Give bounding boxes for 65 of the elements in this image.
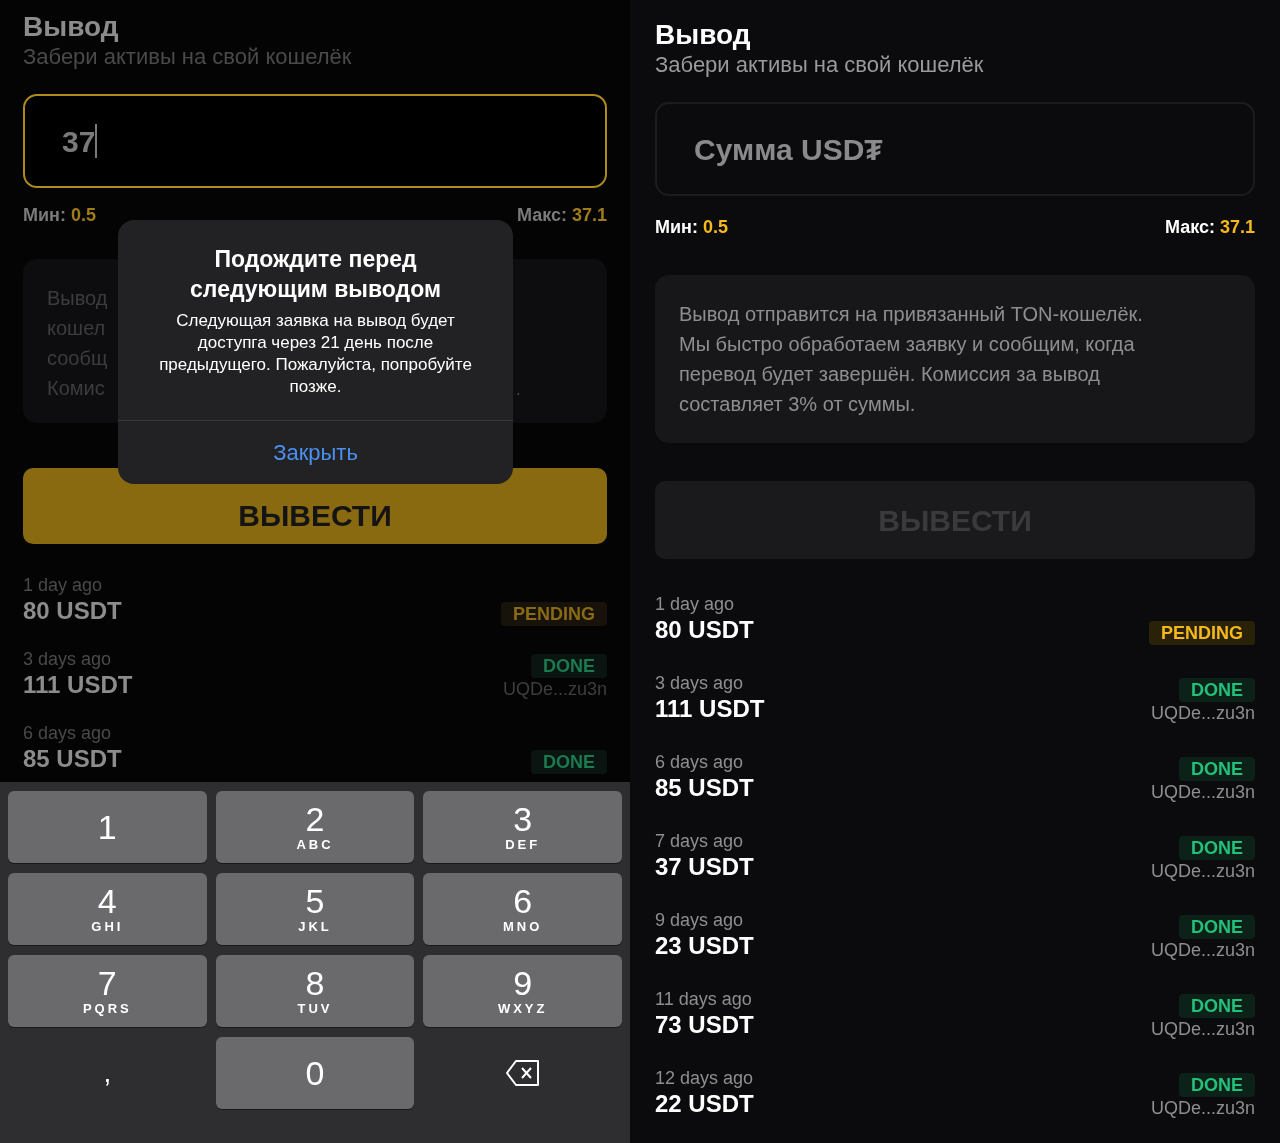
page-title: Вывод	[655, 18, 752, 52]
history-date: 11 days ago	[655, 988, 753, 1010]
status-badge: DONE	[531, 654, 607, 678]
history-amount: 22 USDT	[655, 1089, 754, 1119]
history-amount: 111 USDT	[23, 670, 133, 700]
status-badge: PENDING	[1149, 621, 1255, 645]
amount-field[interactable]: 37	[23, 94, 607, 188]
history-amount: 80 USDT	[655, 615, 754, 645]
keypad-key[interactable]: 4 GHI	[8, 873, 207, 945]
history-amount: 85 USDT	[655, 773, 754, 803]
keypad-key[interactable]: 3 DEF	[423, 791, 622, 863]
wallet-address: UQDe...zu3n	[1150, 702, 1255, 724]
history-amount: 73 USDT	[655, 1010, 754, 1040]
wallet-address: UQDe...zu3n	[502, 678, 607, 700]
status-badge: DONE	[1179, 678, 1255, 702]
status-badge: DONE	[1179, 836, 1255, 860]
status-badge: DONE	[1179, 994, 1255, 1018]
min-amount: Мин: 0.5	[655, 216, 728, 239]
history-date: 3 days ago	[655, 672, 745, 694]
keypad-key[interactable]: 7 PQRS	[8, 955, 207, 1027]
backspace-icon[interactable]	[504, 1059, 541, 1087]
keypad-key[interactable]: 6 MNO	[423, 873, 622, 945]
history-date: 7 days ago	[655, 830, 745, 852]
history-amount: 85 USDT	[23, 744, 122, 774]
close-button[interactable]: Закрыть	[273, 436, 358, 469]
history-amount: 37 USDT	[655, 852, 754, 882]
keypad-key[interactable]: 2 ABC	[215, 791, 415, 863]
history-date: 1 day ago	[23, 574, 104, 596]
max-amount: Макс: 37.1	[516, 204, 607, 227]
keypad-key[interactable]: ,	[8, 1037, 207, 1109]
wallet-address: UQDe...zu3n	[1150, 860, 1255, 882]
status-badge: DONE	[531, 750, 607, 774]
status-badge: PENDING	[501, 602, 607, 626]
info-text: .	[515, 376, 521, 401]
history-date: 6 days ago	[655, 751, 745, 773]
page-subtitle: Забери активы на свой кошелёк	[655, 52, 985, 78]
status-badge: DONE	[1179, 1073, 1255, 1097]
wallet-address: UQDe...zu3n	[1150, 939, 1255, 961]
keypad-key[interactable]: 1	[8, 791, 207, 863]
history-date: 1 day ago	[655, 593, 736, 615]
wallet-address: UQDe...zu3n	[1150, 1018, 1255, 1040]
history-date: 3 days ago	[23, 648, 113, 670]
keypad-key[interactable]: 5 JKL	[215, 873, 415, 945]
amount-field[interactable]: Сумма USD₮	[655, 102, 1255, 196]
dialog-title: Подождите перед следующим выводом	[189, 245, 442, 304]
history-date: 6 days ago	[23, 722, 113, 744]
min-amount: Мин: 0.5	[23, 204, 96, 227]
page-subtitle: Забери активы на свой кошелёк	[23, 44, 353, 70]
history-amount: 23 USDT	[655, 931, 754, 961]
text-cursor-icon	[95, 124, 98, 158]
wallet-address: UQDe...zu3n	[1150, 1097, 1255, 1119]
history-date: 12 days ago	[655, 1067, 754, 1089]
wallet-address: UQDe...zu3n	[1150, 781, 1255, 803]
status-badge: DONE	[1179, 915, 1255, 939]
max-amount: Макс: 37.1	[1164, 216, 1255, 239]
keypad-key[interactable]: 8 TUV	[215, 955, 415, 1027]
keypad-key[interactable]: 9 WXYZ	[423, 955, 622, 1027]
keypad-key[interactable]: 0	[215, 1037, 415, 1109]
history-date: 9 days ago	[655, 909, 745, 931]
dialog-message: Следующая заявка на вывод будет доступга через 21 день после предыдущего. Пожалуйста, попробуйте позже.	[158, 310, 473, 398]
status-badge: DONE	[1179, 757, 1255, 781]
page-title: Вывод	[23, 10, 120, 44]
history-amount: 80 USDT	[23, 596, 122, 626]
info-text: Вывод отправится на привязанный TON-кошелёк. Мы быстро обработаем заявку и сообщим, когда перевод будет завершён. Комиссия за вывод составляет 3% от суммы.	[679, 302, 1144, 417]
history-amount: 111 USDT	[655, 694, 765, 724]
